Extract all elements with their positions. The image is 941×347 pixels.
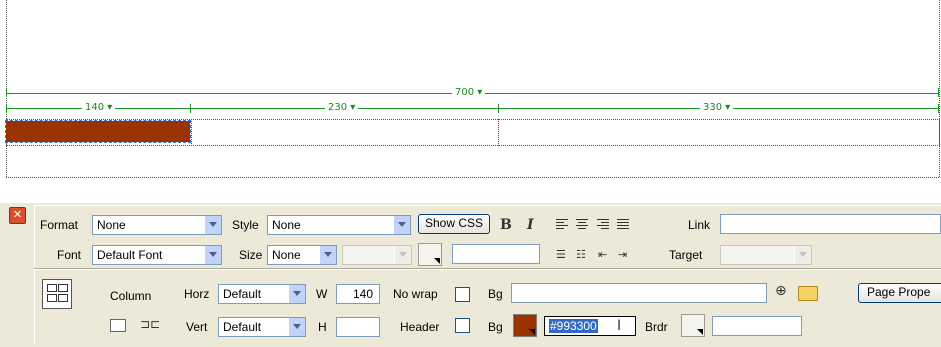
inspector-gutter: ✕ xyxy=(0,203,34,347)
ruler-tick-left xyxy=(6,88,7,97)
table-cell-3[interactable] xyxy=(500,121,937,143)
border-color-label: Brdr xyxy=(645,320,668,334)
split-cell-icon[interactable]: ⊐⊏ xyxy=(140,316,160,332)
column-label: Column xyxy=(110,289,152,303)
merge-cells-icon[interactable] xyxy=(110,319,126,332)
bg-color-value: #993300 xyxy=(549,319,598,333)
cell-icon xyxy=(42,279,72,309)
ordered-list-icon[interactable]: ☷ xyxy=(576,247,586,263)
ruler-tick-right xyxy=(938,88,939,97)
align-center-icon[interactable] xyxy=(576,219,588,231)
format-select-value: None xyxy=(97,218,126,232)
text-color-input[interactable] xyxy=(452,244,540,264)
cell-divider-2 xyxy=(498,119,499,146)
nowrap-checkbox[interactable] xyxy=(455,287,470,302)
chevron-down-icon xyxy=(288,285,305,303)
style-select-value: None xyxy=(272,218,301,232)
style-select[interactable]: None xyxy=(267,215,411,235)
unordered-list-icon[interactable]: ☰ xyxy=(556,247,566,263)
outdent-icon[interactable]: ⇤ xyxy=(598,247,607,263)
column-width-ruler xyxy=(6,108,939,109)
col3-width-label[interactable]: 330 ▾ xyxy=(700,102,734,114)
inspector-divider xyxy=(34,268,941,270)
design-canvas[interactable]: 700 ▾ 140 ▾ 230 ▾ 330 ▾ xyxy=(0,0,941,178)
close-icon[interactable]: ✕ xyxy=(9,207,26,224)
show-css-button[interactable]: Show CSS xyxy=(418,214,490,234)
chevron-down-icon xyxy=(319,246,336,264)
horz-select[interactable]: Default xyxy=(218,284,306,304)
horz-select-value: Default xyxy=(223,287,262,301)
table-cell-selected[interactable] xyxy=(5,120,191,143)
chevron-down-icon xyxy=(794,246,811,264)
table-cell-2[interactable] xyxy=(192,121,497,143)
border-color-swatch[interactable] xyxy=(681,314,705,337)
ruler-col-tick-0 xyxy=(6,104,7,113)
target-label: Target xyxy=(669,248,703,262)
font-label: Font xyxy=(57,248,82,262)
header-label: Header xyxy=(400,320,440,334)
canvas-bottom-border xyxy=(6,177,939,178)
format-label: Format xyxy=(40,218,79,232)
align-justify-icon[interactable] xyxy=(617,219,629,231)
bg-color-swatch[interactable] xyxy=(513,314,537,337)
folder-icon[interactable] xyxy=(798,286,818,301)
bg-color-input[interactable]: #993300 xyxy=(544,316,636,336)
header-checkbox[interactable] xyxy=(455,318,470,333)
style-label: Style xyxy=(232,218,259,232)
ruler-col-tick-2 xyxy=(498,104,499,113)
size-unit-select xyxy=(342,245,412,265)
vert-label: Vert xyxy=(186,320,208,334)
col1-width-label[interactable]: 140 ▾ xyxy=(82,102,116,114)
bold-button[interactable]: B xyxy=(500,217,512,233)
text-color-swatch[interactable] xyxy=(418,243,442,266)
format-select[interactable]: None xyxy=(92,215,222,235)
border-color-input[interactable] xyxy=(712,316,802,336)
chevron-down-icon xyxy=(288,318,305,336)
size-select[interactable]: None xyxy=(267,245,337,265)
col2-width-label[interactable]: 230 ▾ xyxy=(325,102,359,114)
ruler-col-tick-1 xyxy=(190,104,191,113)
vert-select-value: Default xyxy=(223,320,262,334)
text-cursor-icon: I xyxy=(617,318,622,334)
link-label: Link xyxy=(688,218,711,232)
w-label: W xyxy=(316,287,328,301)
ruler-col-tick-3 xyxy=(938,104,939,113)
point-to-file-icon[interactable]: ⊕ xyxy=(775,283,787,299)
table-width-label[interactable]: 700 ▾ xyxy=(452,87,486,99)
bg-image-input[interactable] xyxy=(511,283,767,303)
page-properties-button[interactable]: Page Prope xyxy=(858,283,941,303)
font-select-value: Default Font xyxy=(97,248,163,262)
width-input[interactable]: 140 xyxy=(336,284,380,304)
indent-icon[interactable]: ⇥ xyxy=(618,247,627,263)
canvas-right-border xyxy=(939,0,940,177)
bg-image-label: Bg xyxy=(488,287,503,301)
chevron-down-icon xyxy=(204,216,221,234)
chevron-down-icon xyxy=(204,246,221,264)
vert-select[interactable]: Default xyxy=(218,317,306,337)
horz-label: Horz xyxy=(184,287,210,301)
font-select[interactable]: Default Font xyxy=(92,245,222,265)
link-input[interactable] xyxy=(720,214,941,234)
italic-button[interactable]: I xyxy=(527,217,534,233)
property-inspector: ✕ Format None Style None Show CSS B I Li… xyxy=(0,203,941,347)
nowrap-label: No wrap xyxy=(393,287,438,301)
align-left-icon[interactable] xyxy=(556,219,568,231)
height-input[interactable] xyxy=(336,317,380,337)
chevron-down-icon xyxy=(393,216,410,234)
chevron-down-icon xyxy=(394,246,411,264)
target-select xyxy=(720,245,812,265)
size-select-value: None xyxy=(272,248,301,262)
size-label: Size xyxy=(239,248,263,262)
bg-color-label: Bg xyxy=(488,320,503,334)
align-right-icon[interactable] xyxy=(597,219,609,231)
h-label: H xyxy=(318,320,327,334)
